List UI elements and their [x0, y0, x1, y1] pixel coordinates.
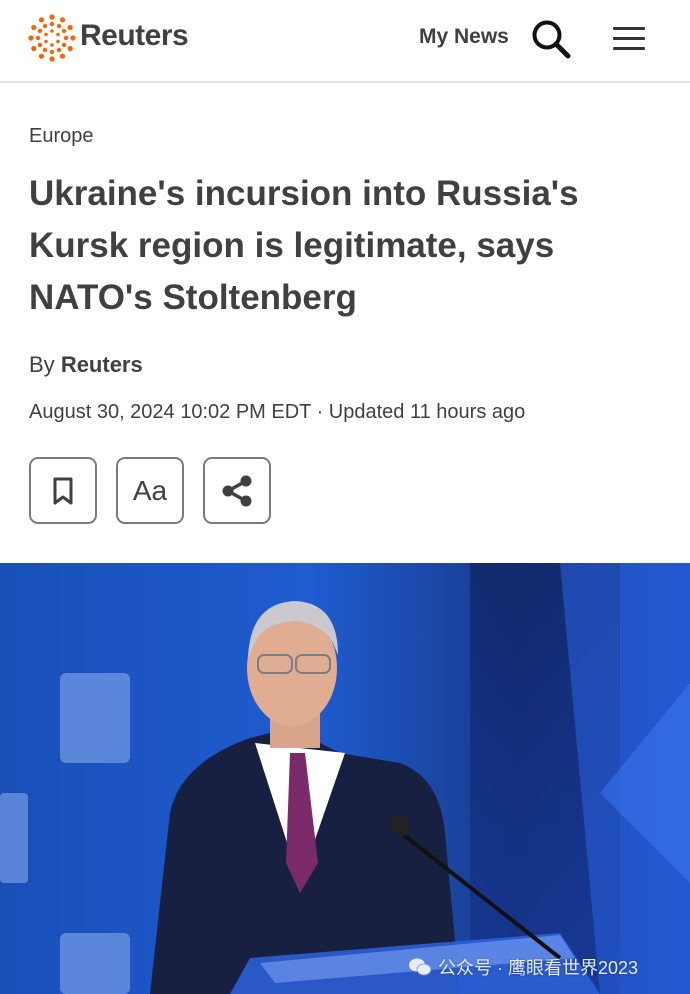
text-size-button[interactable]: Aa	[116, 457, 184, 524]
bookmark-button[interactable]	[29, 457, 97, 524]
byline: By Reuters	[29, 352, 143, 378]
site-header: Reuters My News	[0, 0, 690, 83]
search-icon[interactable]	[530, 18, 572, 60]
brand-name[interactable]: Reuters	[80, 19, 189, 53]
reuters-logo-icon[interactable]	[28, 14, 76, 62]
bookmark-icon	[53, 477, 73, 504]
article-photo[interactable]	[0, 563, 690, 994]
author-name[interactable]: Reuters	[61, 352, 143, 377]
section-label[interactable]: Europe	[29, 125, 94, 148]
article-headline: Ukraine's incursion into Russia's Kursk …	[29, 174, 579, 317]
byline-prefix: By	[29, 352, 55, 377]
share-button[interactable]	[203, 457, 271, 524]
wechat-icon	[409, 958, 432, 976]
my-news-link[interactable]: My News	[419, 25, 509, 49]
watermark-text: 公众号 · 鹰眼看世界2023	[438, 958, 639, 978]
watermark: 公众号 · 鹰眼看世界2023	[408, 954, 638, 980]
hamburger-menu-icon[interactable]	[610, 20, 648, 56]
dateline: August 30, 2024 10:02 PM EDT · Updated 1…	[29, 401, 526, 423]
text-size-label: Aa	[132, 474, 168, 506]
share-icon	[222, 475, 252, 506]
